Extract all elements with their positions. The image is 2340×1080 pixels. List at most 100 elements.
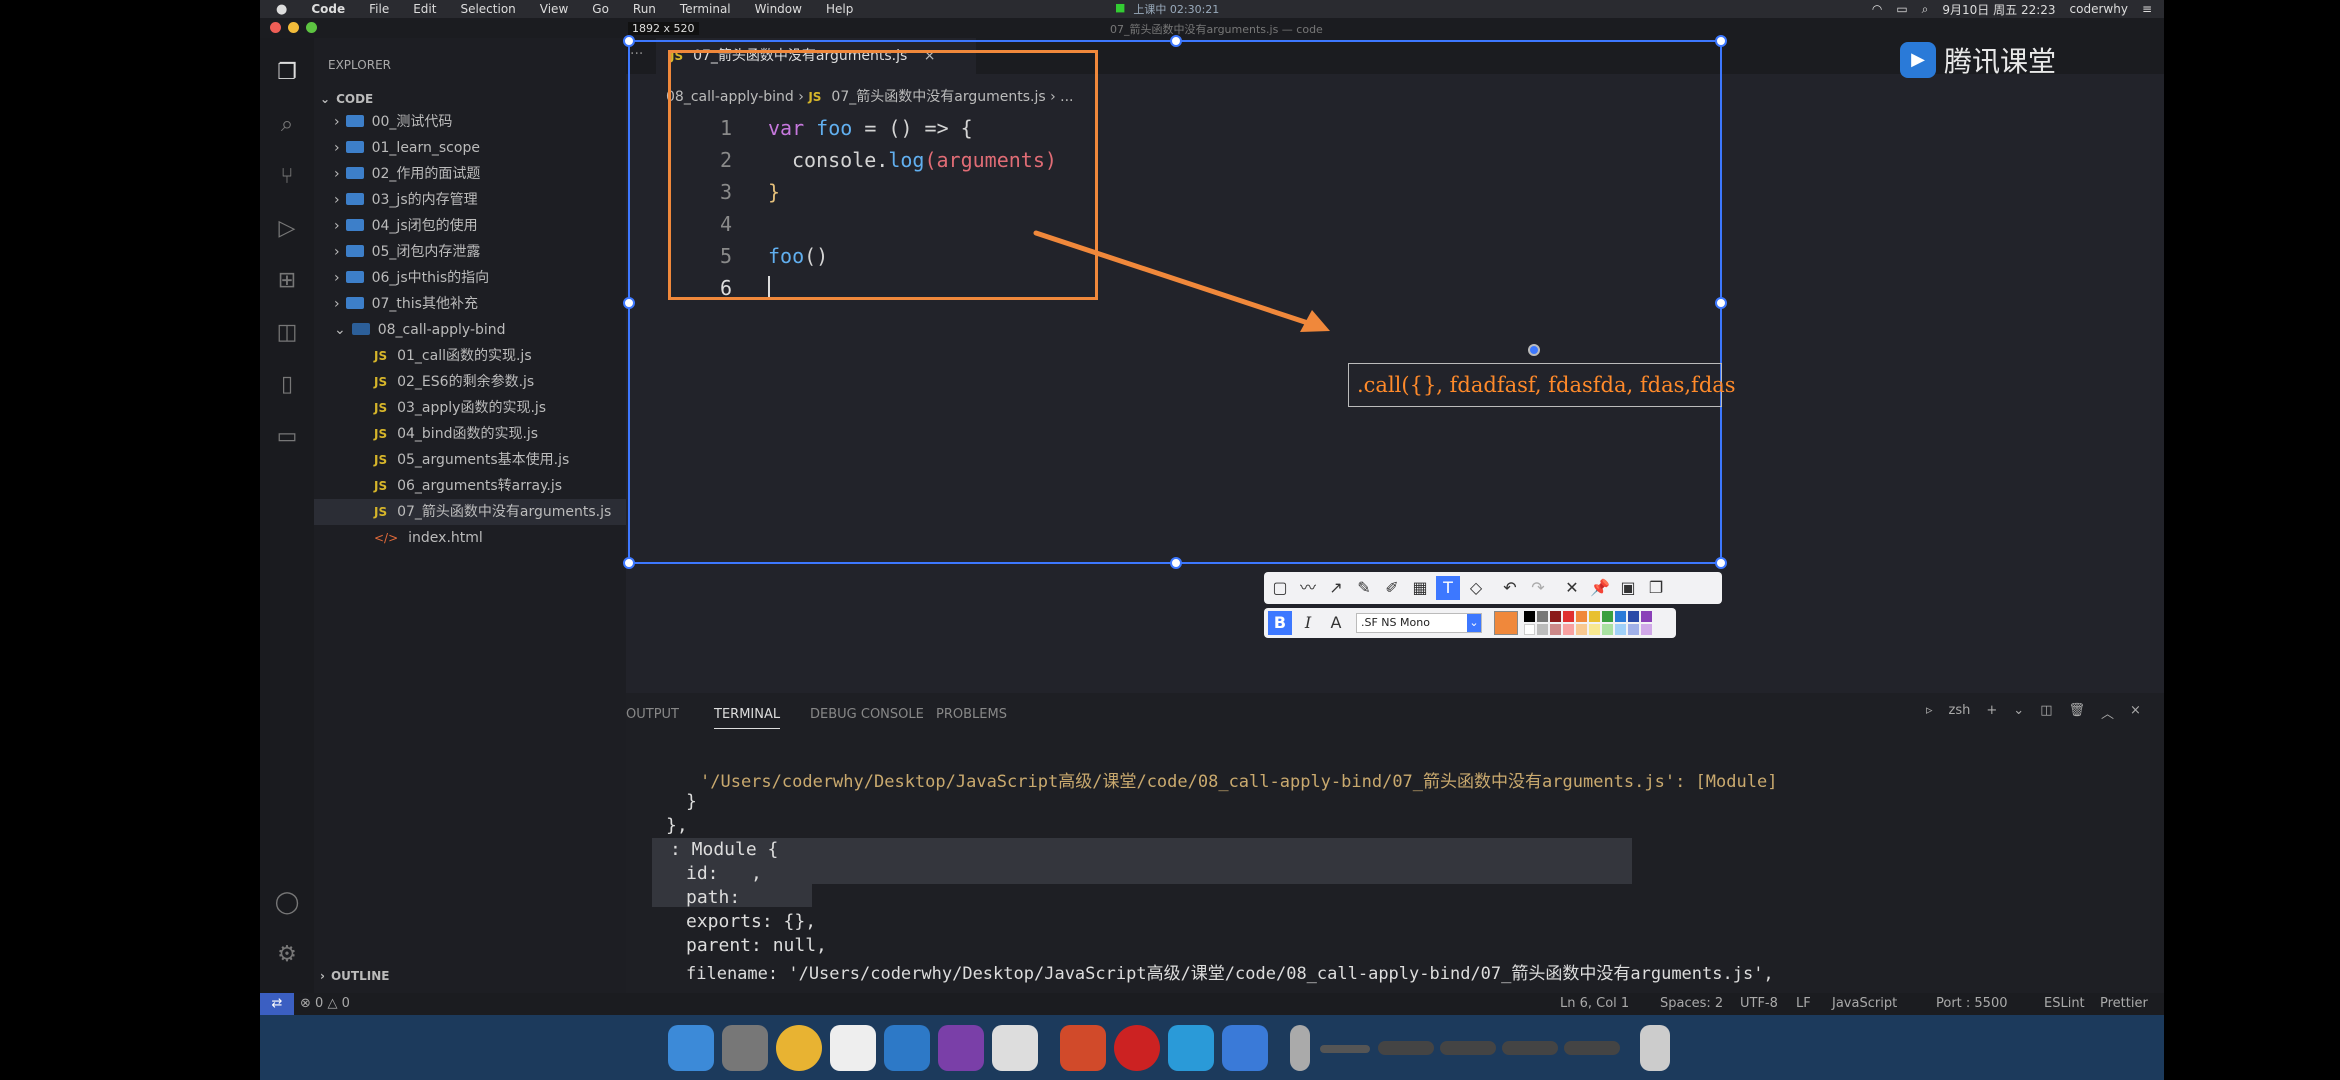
window-thumbnail-icon[interactable] xyxy=(1502,1041,1558,1055)
folder-item[interactable]: › 03_js的内存管理 xyxy=(334,187,478,213)
resize-handle[interactable] xyxy=(1715,557,1727,569)
window-thumbnail-icon[interactable] xyxy=(1378,1041,1434,1055)
file-item[interactable]: JS 02_ES6的剩余参数.js xyxy=(374,369,534,395)
eraser-tool-icon[interactable]: ◇ xyxy=(1464,576,1488,600)
arrow-tool-icon[interactable]: ↗ xyxy=(1324,576,1348,600)
color-swatch[interactable] xyxy=(1641,624,1652,635)
indentation-status[interactable]: Spaces: 2 xyxy=(1660,996,1723,1011)
powerpoint-icon[interactable] xyxy=(1060,1025,1106,1071)
font-select[interactable]: .SF NS Mono ⌄ xyxy=(1356,613,1482,633)
font-outline-icon[interactable]: A xyxy=(1324,611,1348,635)
color-palette[interactable] xyxy=(1524,611,1668,635)
screen-recorder-icon[interactable] xyxy=(1222,1025,1268,1071)
vscode-icon[interactable] xyxy=(884,1025,930,1071)
mosaic-tool-icon[interactable]: ▦ xyxy=(1408,576,1432,600)
wifi-icon[interactable]: ◠ xyxy=(1872,2,1882,16)
window-thumbnail-icon[interactable] xyxy=(1564,1041,1620,1055)
save-icon[interactable]: ▣ xyxy=(1616,576,1640,600)
file-item[interactable]: JS 06_arguments转array.js xyxy=(374,473,562,499)
file-item[interactable]: JS 04_bind函数的实现.js xyxy=(374,421,538,447)
search-icon[interactable]: ⌕ xyxy=(274,112,300,138)
pin-icon[interactable]: 📌 xyxy=(1588,576,1612,600)
marker-tool-icon[interactable]: ✐ xyxy=(1380,576,1404,600)
remote-indicator-icon[interactable]: ⇄ xyxy=(260,993,294,1015)
run-debug-icon[interactable]: ▷ xyxy=(274,216,300,242)
menu-help[interactable]: Help xyxy=(826,2,853,16)
file-item[interactable]: JS 01_call函数的实现.js xyxy=(374,343,532,369)
encoding-status[interactable]: UTF-8 xyxy=(1740,996,1778,1011)
freehand-tool-icon[interactable]: 〰 xyxy=(1296,576,1320,600)
menu-code[interactable]: Code xyxy=(311,2,345,16)
explorer-icon[interactable]: ❐ xyxy=(274,60,300,86)
add-terminal-icon[interactable]: + xyxy=(1986,703,1997,722)
onenote-icon[interactable] xyxy=(938,1025,984,1071)
language-status[interactable]: JavaScript xyxy=(1832,996,1897,1011)
launchpad-icon[interactable] xyxy=(722,1025,768,1071)
tab-debug-console[interactable]: DEBUG CONSOLE xyxy=(810,707,924,722)
battery-icon[interactable]: ▭ xyxy=(1896,2,1907,16)
eol-status[interactable]: LF xyxy=(1796,996,1811,1011)
menubar-user[interactable]: coderwhy xyxy=(2070,2,2128,16)
resize-handle[interactable] xyxy=(1170,35,1182,47)
cancel-icon[interactable]: ✕ xyxy=(1560,576,1584,600)
menu-view[interactable]: View xyxy=(540,2,568,16)
account-icon[interactable]: ◯ xyxy=(274,890,300,916)
tab-terminal[interactable]: TERMINAL xyxy=(714,707,781,729)
rotate-handle[interactable] xyxy=(1528,344,1540,356)
apple-icon[interactable]: ● xyxy=(276,2,287,17)
color-swatch[interactable] xyxy=(1576,611,1587,622)
menu-terminal[interactable]: Terminal xyxy=(680,2,731,16)
color-swatch[interactable] xyxy=(1589,611,1600,622)
color-swatch[interactable] xyxy=(1615,624,1626,635)
control-center-icon[interactable]: ≡ xyxy=(2142,2,2152,16)
color-swatch[interactable] xyxy=(1602,624,1613,635)
folder-item-open[interactable]: ⌄ 08_call-apply-bind xyxy=(334,317,506,343)
bold-toggle[interactable]: B xyxy=(1268,611,1292,635)
outline-section[interactable]: › OUTLINE xyxy=(314,963,389,989)
menu-run[interactable]: Run xyxy=(633,2,656,16)
color-swatch[interactable] xyxy=(1628,611,1639,622)
copy-icon[interactable]: ❐ xyxy=(1644,576,1668,600)
settings-gear-icon[interactable]: ⚙ xyxy=(274,942,300,968)
menu-selection[interactable]: Selection xyxy=(460,2,515,16)
shell-select[interactable]: zsh xyxy=(1949,703,1971,722)
menu-edit[interactable]: Edit xyxy=(413,2,436,16)
resize-handle[interactable] xyxy=(1170,557,1182,569)
resize-handle[interactable] xyxy=(1715,297,1727,309)
folder-item[interactable]: › 01_learn_scope xyxy=(334,135,480,161)
folder-item[interactable]: › 06_js中this的指向 xyxy=(334,265,489,291)
menu-file[interactable]: File xyxy=(369,2,389,16)
cursor-position[interactable]: Ln 6, Col 1 xyxy=(1560,996,1629,1011)
close-panel-icon[interactable]: × xyxy=(2130,703,2141,722)
annotation-arrow[interactable] xyxy=(1030,225,1350,345)
color-swatch[interactable] xyxy=(1550,624,1561,635)
tencent-classroom-icon[interactable] xyxy=(1168,1025,1214,1071)
search-icon[interactable]: ⌕ xyxy=(1922,2,1929,17)
undo-icon[interactable]: ↶ xyxy=(1498,576,1522,600)
rectangle-tool-icon[interactable]: ▢ xyxy=(1268,576,1292,600)
folder-item[interactable]: › 00_测试代码 xyxy=(334,109,452,135)
italic-toggle[interactable]: I xyxy=(1296,611,1320,635)
zoom-window-button[interactable] xyxy=(306,22,317,33)
file-item[interactable]: JS 05_arguments基本使用.js xyxy=(374,447,569,473)
color-swatch[interactable] xyxy=(1537,624,1548,635)
folder-item[interactable]: › 07_this其他补充 xyxy=(334,291,478,317)
folder-item[interactable]: › 02_作用的面试题 xyxy=(334,161,480,187)
color-swatch[interactable] xyxy=(1524,624,1535,635)
extensions-icon[interactable]: ⊞ xyxy=(274,268,300,294)
color-swatch[interactable] xyxy=(1563,611,1574,622)
annotation-text-box[interactable]: .call({}, fdadfasf, fdasfda, fdas,fdas xyxy=(1348,363,1736,407)
color-swatch[interactable] xyxy=(1563,624,1574,635)
folder-item[interactable]: › 05_闭包内存泄露 xyxy=(334,239,480,265)
pen-tool-icon[interactable]: ✎ xyxy=(1352,576,1376,600)
color-swatch[interactable] xyxy=(1615,611,1626,622)
resize-handle[interactable] xyxy=(623,297,635,309)
color-swatch[interactable] xyxy=(1550,611,1561,622)
tab-problems[interactable]: PROBLEMS xyxy=(936,707,1007,722)
live-server-status[interactable]: Port : 5500 xyxy=(1936,996,2008,1011)
resize-handle[interactable] xyxy=(1715,35,1727,47)
selected-color-swatch[interactable] xyxy=(1494,611,1518,635)
color-swatch[interactable] xyxy=(1537,611,1548,622)
chevron-up-icon[interactable]: ︿ xyxy=(2101,703,2114,722)
trash-icon[interactable]: 🗑 xyxy=(2068,703,2085,722)
